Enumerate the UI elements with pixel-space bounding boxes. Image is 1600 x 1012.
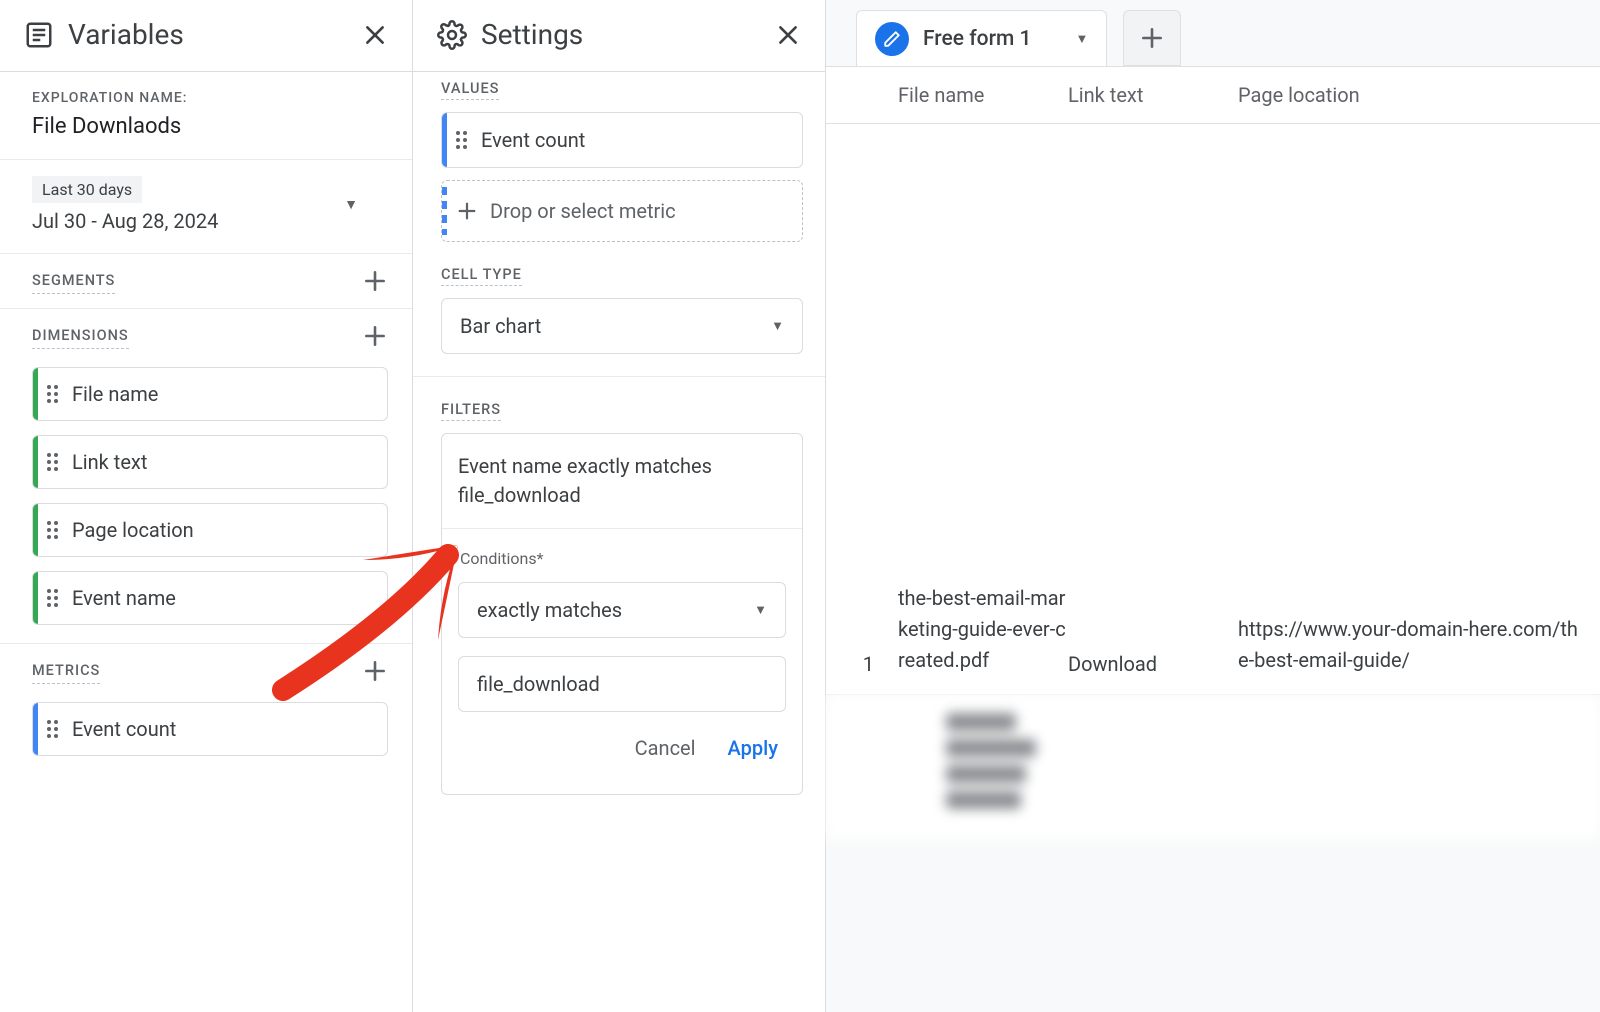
results-panel: Free form 1 ▼ File name Link text Page l… (826, 0, 1600, 1012)
tab-free-form[interactable]: Free form 1 ▼ (856, 10, 1107, 66)
metric-pill-event-count[interactable]: Event count (32, 702, 388, 756)
settings-panel: Settings VALUES Event count Drop or sele… (413, 0, 826, 1012)
variables-header: Variables (0, 0, 412, 72)
add-dimension-button[interactable] (362, 323, 388, 353)
date-range-text: Jul 30 - Aug 28, 2024 (32, 209, 218, 233)
cell-type-value: Bar chart (460, 314, 541, 338)
tabs-row: Free form 1 ▼ (826, 0, 1600, 66)
conditions-label: Conditions* (460, 549, 786, 568)
metrics-heading: METRICS (32, 662, 100, 684)
tab-label: Free form 1 (923, 27, 1031, 51)
gear-icon (437, 20, 467, 50)
edit-icon (875, 22, 909, 56)
drag-handle-icon[interactable] (47, 521, 58, 539)
chevron-down-icon[interactable]: ▼ (1075, 31, 1088, 47)
chevron-down-icon: ▼ (771, 318, 784, 334)
condition-value-input[interactable]: file_download (458, 656, 786, 712)
dimension-pill-page-location[interactable]: Page location (32, 503, 388, 557)
metric-label: Event count (72, 717, 176, 741)
cell-file-name: the-best-email-marketing-guide-ever-crea… (898, 583, 1068, 676)
exploration-name-input[interactable]: File Downlaods (32, 114, 388, 139)
column-header-file-name[interactable]: File name (898, 83, 1068, 107)
chevron-down-icon: ▼ (344, 196, 358, 213)
filter-summary[interactable]: Event name exactly matches file_download (442, 434, 802, 529)
table-body: 1 the-best-email-marketing-guide-ever-cr… (826, 124, 1600, 695)
close-settings-button[interactable] (775, 22, 801, 48)
cell-link-text: Download (1068, 652, 1238, 676)
drag-handle-icon[interactable] (47, 453, 58, 471)
dimension-label: Event name (72, 586, 176, 610)
cell-type-select[interactable]: Bar chart ▼ (441, 298, 803, 354)
drop-metric-label: Drop or select metric (490, 199, 676, 223)
add-segment-button[interactable] (362, 268, 388, 298)
close-variables-button[interactable] (362, 22, 388, 48)
table-row[interactable]: 1 the-best-email-marketing-guide-ever-cr… (826, 124, 1600, 694)
variables-icon (24, 20, 54, 50)
cell-page-location: https://www.your-domain-here.com/the-bes… (1238, 614, 1600, 676)
match-value: file_download (477, 672, 600, 696)
dimension-label: File name (72, 382, 158, 406)
settings-title: Settings (481, 18, 583, 51)
column-header-link-text[interactable]: Link text (1068, 83, 1238, 107)
dimension-label: Link text (72, 450, 147, 474)
exploration-name-label: EXPLORATION NAME: (32, 90, 388, 106)
add-metric-button[interactable] (362, 658, 388, 688)
cell-type-heading: CELL TYPE (441, 266, 522, 286)
add-tab-button[interactable] (1123, 10, 1181, 66)
dimension-pill-link-text[interactable]: Link text (32, 435, 388, 489)
row-index: 1 (826, 652, 898, 676)
dimension-label: Page location (72, 518, 194, 542)
table-header: File name Link text Page location (826, 66, 1600, 124)
drag-handle-icon[interactable] (47, 589, 58, 607)
plus-icon (456, 200, 478, 222)
date-preset-chip: Last 30 days (32, 176, 142, 203)
dimension-pill-file-name[interactable]: File name (32, 367, 388, 421)
settings-header: Settings (413, 0, 825, 72)
blurred-row (826, 695, 1600, 839)
drop-metric-zone[interactable]: Drop or select metric (441, 180, 803, 242)
variables-title: Variables (68, 18, 184, 51)
dimension-pill-event-name[interactable]: Event name (32, 571, 388, 625)
cancel-button[interactable]: Cancel (635, 736, 696, 760)
values-heading: VALUES (441, 80, 499, 100)
match-type-value: exactly matches (477, 598, 622, 622)
segments-heading: SEGMENTS (32, 272, 115, 294)
column-header-page-location[interactable]: Page location (1238, 83, 1600, 107)
condition-match-type-select[interactable]: exactly matches ▼ (458, 582, 786, 638)
value-label: Event count (481, 128, 585, 152)
drag-handle-icon[interactable] (456, 131, 467, 149)
value-pill-event-count[interactable]: Event count (441, 112, 803, 168)
chevron-down-icon: ▼ (754, 602, 767, 618)
drag-handle-icon[interactable] (47, 720, 58, 738)
filters-heading: FILTERS (441, 401, 501, 421)
filter-card: Event name exactly matches file_download… (441, 433, 803, 795)
dimensions-heading: DIMENSIONS (32, 327, 129, 349)
variables-panel: Variables EXPLORATION NAME: File Downlao… (0, 0, 413, 1012)
drag-handle-icon[interactable] (47, 385, 58, 403)
apply-button[interactable]: Apply (728, 736, 778, 760)
date-range-picker[interactable]: Last 30 days Jul 30 - Aug 28, 2024 ▼ (0, 160, 412, 253)
